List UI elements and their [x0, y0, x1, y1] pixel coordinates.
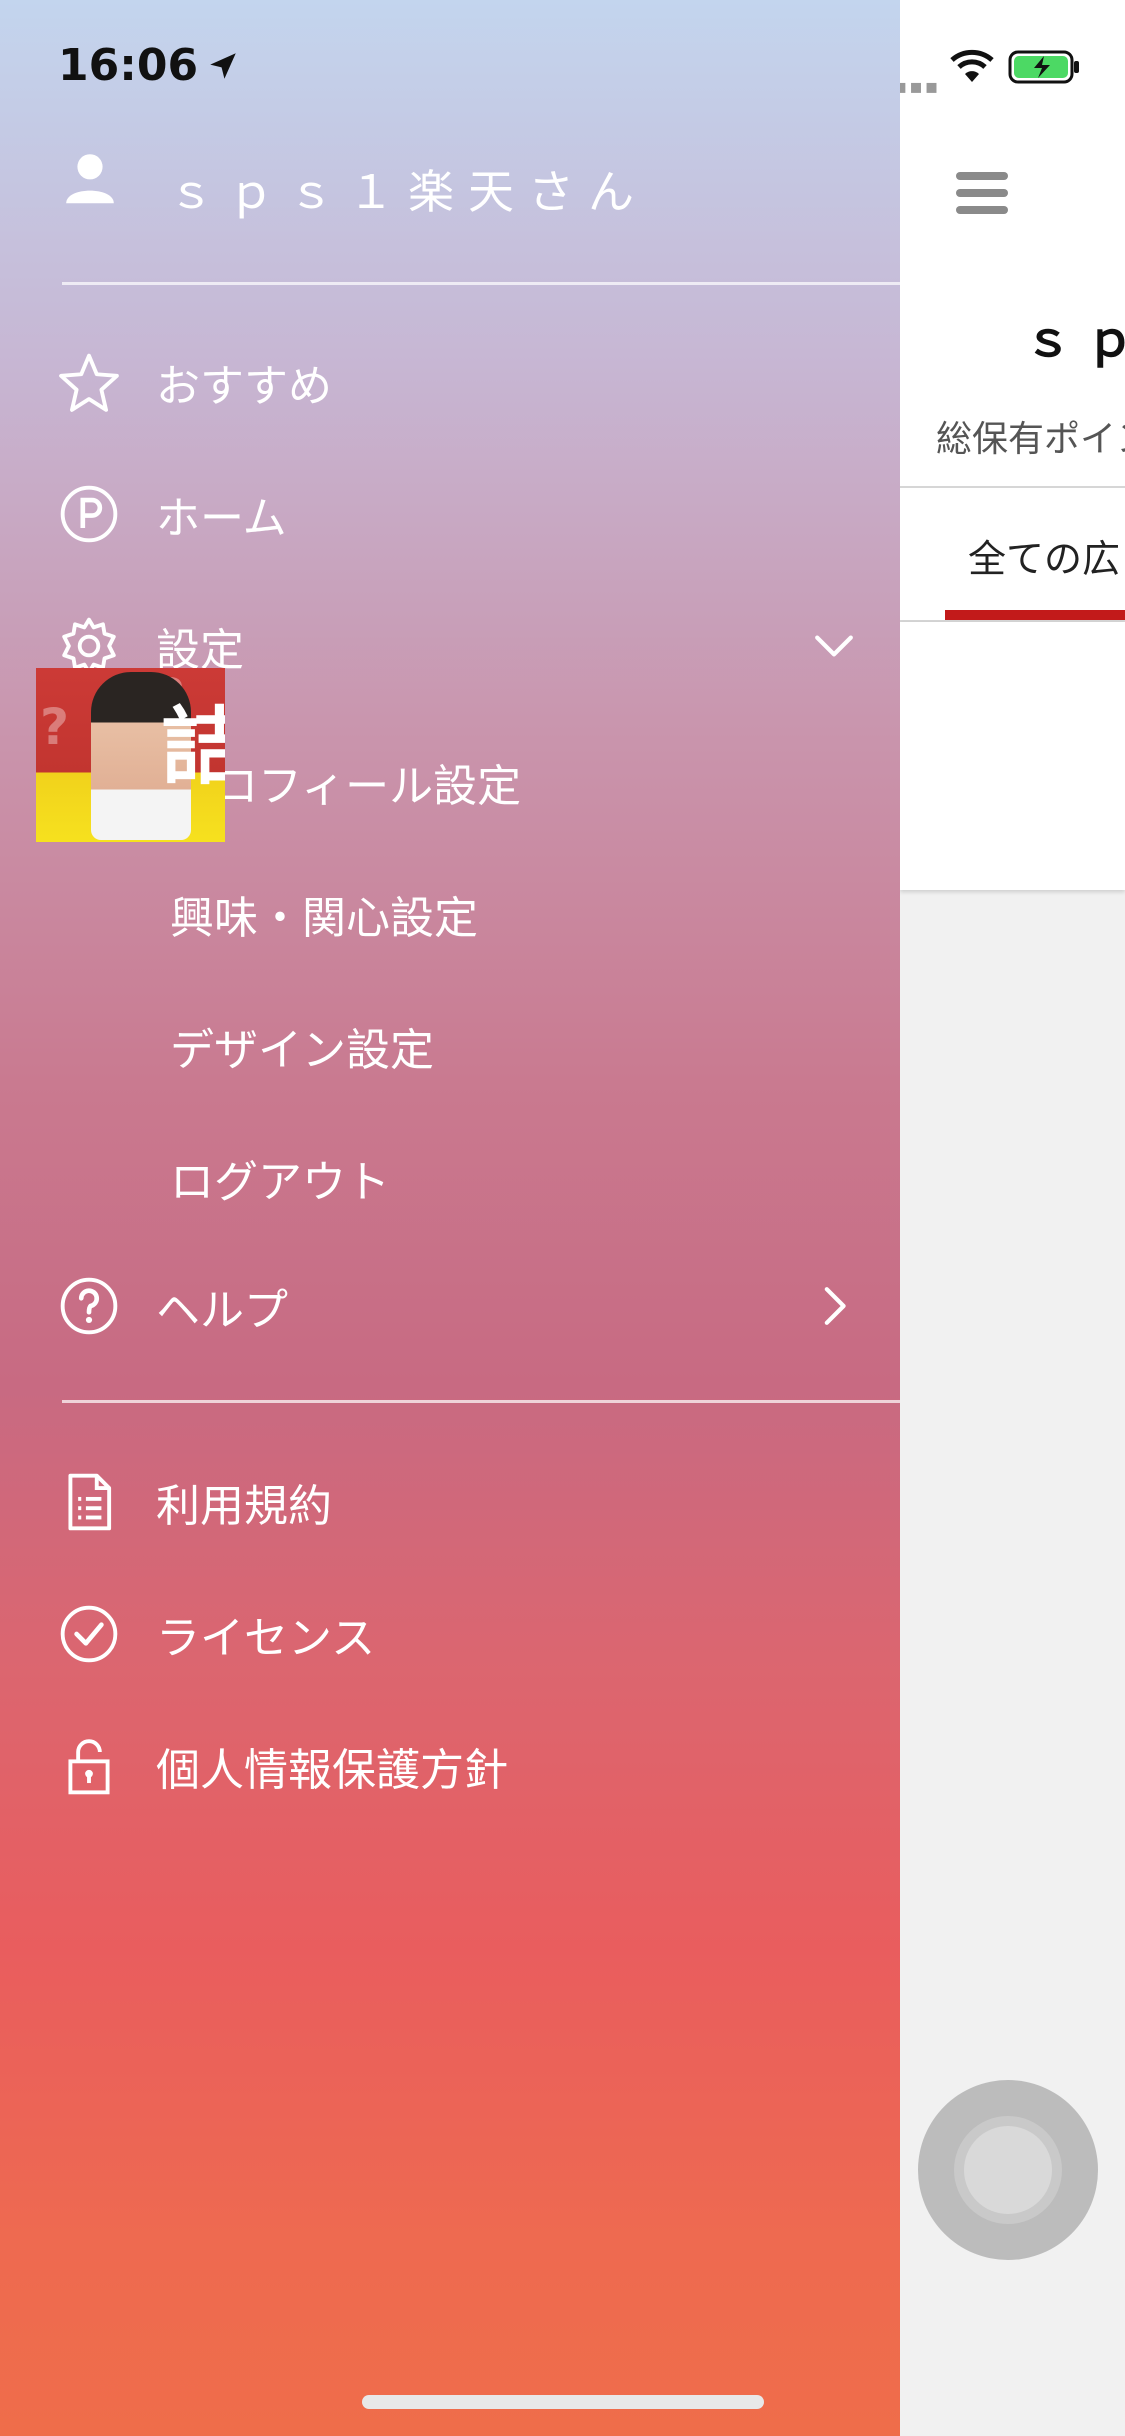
submenu-logout[interactable]: ログアウト	[170, 1146, 390, 1210]
page-title: ｓｐｓ	[1024, 312, 1125, 368]
menu-item-recommended[interactable]: おすすめ	[58, 332, 878, 432]
tab-all-ads[interactable]: 全ての広	[968, 528, 1120, 583]
divider-bottom	[62, 1400, 900, 1403]
points-icon	[60, 485, 118, 543]
menu-item-license[interactable]: ライセンス	[58, 1584, 878, 1684]
menu-label-privacy: 個人情報保護方針	[156, 1745, 508, 1796]
menu-label-terms: 利用規約	[156, 1481, 332, 1532]
floating-action-button[interactable]	[918, 2080, 1098, 2260]
ad-thumbnail[interactable]: ? ? 詰	[36, 668, 225, 842]
status-bar-right: ▪▪▪▪	[900, 48, 1125, 98]
signal-icon: ▪▪▪▪	[900, 74, 941, 98]
header-divider	[900, 486, 1125, 488]
points-label: 総保有ポイン	[936, 419, 1125, 460]
menu-item-terms[interactable]: 利用規約	[58, 1452, 878, 1552]
hamburger-line	[956, 189, 1008, 197]
menu-item-home[interactable]: ホーム	[58, 464, 878, 564]
question-mark-decoration: ?	[40, 698, 70, 756]
divider-top	[62, 282, 900, 285]
menu-label-help: ヘルプ	[156, 1285, 288, 1336]
document-icon	[68, 1473, 112, 1531]
user-name: ｓｐｓ１楽天さん	[168, 165, 648, 219]
user-profile-row[interactable]: ｓｐｓ１楽天さん	[62, 150, 634, 219]
chevron-right-icon[interactable]	[810, 1282, 858, 1330]
menu-label-license: ライセンス	[156, 1613, 376, 1664]
location-arrow-icon	[210, 52, 236, 79]
submenu-interest-settings[interactable]: 興味・関心設定	[170, 882, 478, 946]
wifi-icon	[950, 49, 994, 82]
menu-item-help[interactable]: ヘルプ	[58, 1256, 878, 1356]
star-icon	[59, 353, 119, 412]
main-content: ▪▪▪▪ ｓｐｓ 総保有ポイン 全ての広	[900, 0, 1125, 2436]
check-circle-icon	[60, 1605, 118, 1663]
home-indicator	[362, 2395, 764, 2409]
ad-headline: 詰	[160, 698, 225, 796]
menu-label-recommended: おすすめ	[156, 361, 332, 412]
time-label: 16:06	[58, 40, 199, 91]
lock-icon	[68, 1739, 110, 1795]
hamburger-line	[956, 206, 1008, 214]
battery-icon	[1008, 50, 1079, 84]
menu-label-home: ホーム	[156, 493, 287, 544]
help-icon	[60, 1277, 118, 1335]
side-drawer: 16:06 ｓｐｓ１楽天さん おすすめ ホーム 設定 プロフィール設定 興味・関…	[0, 0, 900, 2436]
status-bar-time: 16:06	[58, 40, 240, 91]
submenu-design-settings[interactable]: デザイン設定	[170, 1014, 434, 1078]
hamburger-menu-button[interactable]	[956, 172, 1008, 218]
ad-card[interactable]	[900, 622, 1125, 890]
user-icon	[66, 154, 114, 204]
hamburger-line	[956, 172, 1008, 180]
chevron-down-icon[interactable]	[810, 622, 858, 670]
tab-active-indicator	[945, 610, 1125, 620]
menu-item-privacy[interactable]: 個人情報保護方針	[58, 1716, 878, 1816]
